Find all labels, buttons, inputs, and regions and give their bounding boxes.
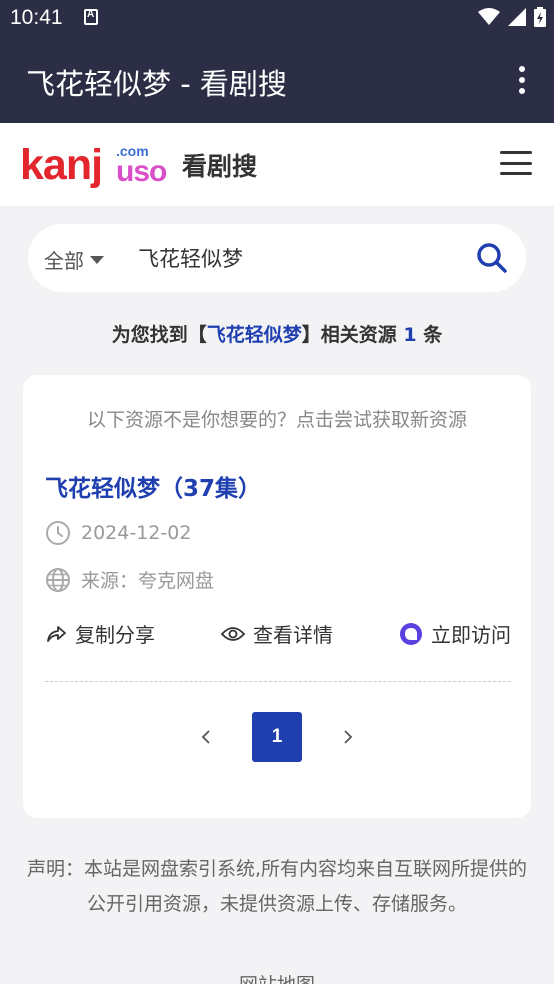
status-icons [478,7,546,27]
wifi-icon [478,8,500,25]
result-card: 以下资源不是你想要的？点击尝试获取新资源 飞花轻似梦（37集） 2024-12-… [23,375,531,818]
logo-kanj: kanj [20,141,103,189]
view-detail-button[interactable]: 查看详情 [221,619,333,648]
result-middle: 】相关资源 [301,324,397,346]
visit-now-label: 立即访问 [431,623,511,647]
globe-icon [46,567,70,592]
result-suffix: 条 [423,324,443,346]
status-time: 10:41 [10,6,63,29]
site-logo[interactable]: kanj .com uso [20,141,167,193]
signal-icon [508,8,526,26]
menu-icon[interactable] [500,151,532,175]
copy-share-label: 复制分享 [75,623,155,647]
result-source: 来源：夸克网盘 [45,566,214,593]
logo-uso: uso [116,155,167,188]
result-keyword: 飞花轻似梦 [206,324,302,346]
disclaimer-text: 声明：本站是网盘索引系统,所有内容均来自互联网所提供的公开引用资源，未提供资源上… [26,858,528,915]
chevron-left-icon [201,730,210,744]
caret-down-icon [90,255,104,264]
visit-icon [400,622,422,645]
notification-icon [84,9,98,25]
result-date-text: 2024-12-02 [81,522,192,544]
result-prefix: 为您找到【 [111,324,207,346]
result-summary: 为您找到【飞花轻似梦】相关资源 1 条 [0,320,554,347]
result-count: 1 [403,324,417,346]
result-date: 2024-12-02 [45,520,191,546]
app-bar: 飞花轻似梦 - 看剧搜 [0,36,554,123]
visit-now-button[interactable]: 立即访问 [399,619,511,648]
chevron-right-icon [344,730,353,744]
view-detail-label: 查看详情 [253,623,333,647]
eye-icon [221,626,245,641]
sitemap-link[interactable]: 网站地图 [0,970,554,984]
battery-icon [534,7,546,27]
pagination: 1 [23,712,531,762]
app-bar-title: 飞花轻似梦 - 看剧搜 [26,67,287,101]
search-scope-select[interactable]: 全部 [44,245,104,274]
prev-page-button[interactable] [196,727,216,747]
next-page-button[interactable] [338,727,358,747]
more-vert-icon[interactable] [518,66,526,94]
site-header: kanj .com uso 看剧搜 [0,123,554,206]
status-bar: 10:41 [0,0,554,36]
refresh-tip-link[interactable]: 以下资源不是你想要的？点击尝试获取新资源 [23,405,531,432]
copy-share-button[interactable]: 复制分享 [45,619,155,648]
site-name: 看剧搜 [182,152,258,181]
result-actions: 复制分享 查看详情 立即访问 [45,619,511,648]
search-bar: 全部 [28,224,526,292]
divider [45,681,511,682]
search-input[interactable] [138,240,458,276]
result-source-text: 来源：夸克网盘 [81,570,215,592]
page-button-current[interactable]: 1 [252,712,302,762]
search-icon[interactable] [474,240,510,276]
share-icon [47,625,66,642]
clock-icon [46,521,70,545]
result-title-link[interactable]: 飞花轻似梦（37集） [45,469,261,503]
search-scope-label: 全部 [44,249,84,273]
